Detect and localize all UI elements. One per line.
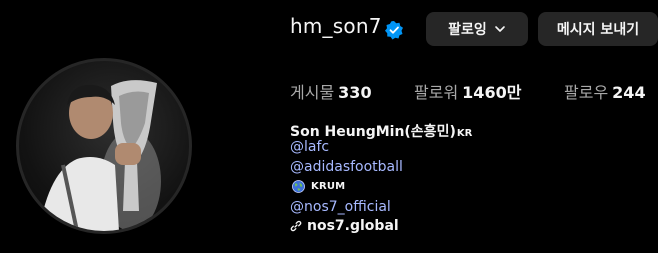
posts-label: 게시물 <box>290 83 335 102</box>
website-label: nos7.global <box>307 218 399 234</box>
followers-stat[interactable]: 팔로워 1460만 <box>414 79 521 103</box>
profile-avatar[interactable] <box>16 58 192 234</box>
bio-display-name: Son HeungMin(손흥민)KR <box>290 121 472 141</box>
website-link[interactable]: nos7.global <box>290 218 399 234</box>
avatar-photo <box>39 80 161 231</box>
link-icon <box>290 220 302 232</box>
following-stat[interactable]: 팔로우 244 <box>564 79 646 103</box>
profile-username: hm_son7 <box>290 14 382 38</box>
followers-label: 팔로워 <box>414 83 459 102</box>
bio-name-suffix: KR <box>456 128 473 139</box>
following-label: 팔로우 <box>564 83 609 102</box>
chevron-down-icon <box>495 26 505 32</box>
bio-name-text: Son HeungMin(손흥민) <box>290 124 456 140</box>
bio-link-lafc[interactable]: @lafc <box>290 139 329 155</box>
krum-label: KRUM <box>311 181 346 192</box>
krum-badge[interactable]: KRUM <box>292 180 345 193</box>
globe-icon <box>292 180 305 193</box>
send-message-button[interactable]: 메시지 보내기 <box>538 12 658 46</box>
bio-link-nos7-official[interactable]: @nos7_official <box>290 199 391 215</box>
posts-count: 330 <box>338 83 372 102</box>
following-button-label: 팔로잉 <box>448 22 487 38</box>
following-count: 244 <box>612 83 646 102</box>
following-button[interactable]: 팔로잉 <box>426 12 528 46</box>
verified-badge-icon <box>385 21 403 40</box>
posts-stat: 게시물 330 <box>290 79 372 103</box>
bio-link-adidasfootball[interactable]: @adidasfootball <box>290 159 403 175</box>
followers-count: 1460만 <box>462 83 522 102</box>
send-message-button-label: 메시지 보내기 <box>556 22 640 38</box>
